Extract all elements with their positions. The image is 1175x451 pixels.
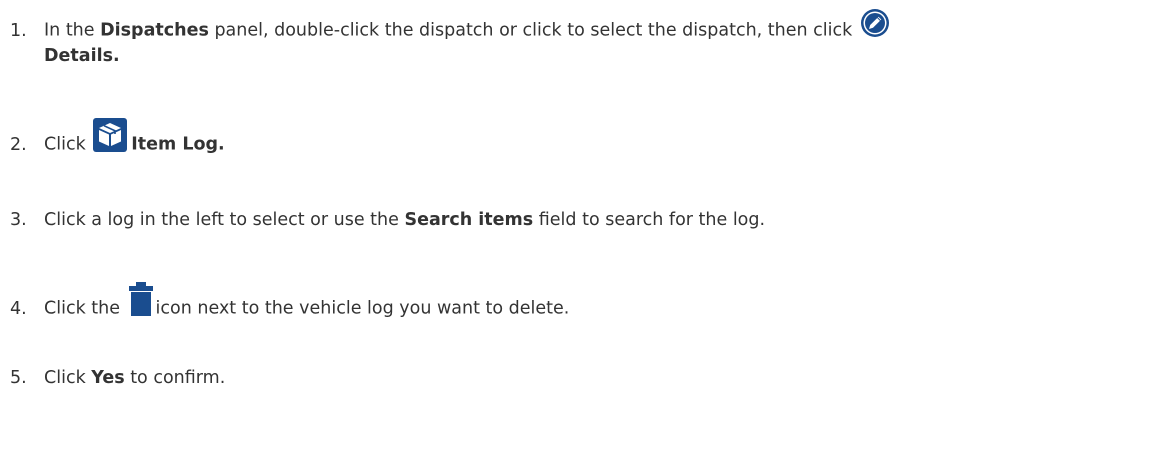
- trash-icon: [128, 282, 154, 323]
- step-5: 5. Click Yes to confirm.: [10, 366, 225, 390]
- step-number: 2.: [10, 134, 27, 155]
- step-2: 2. Click Item Log.: [10, 118, 225, 165]
- box-icon: [93, 118, 128, 159]
- step-text: panel, double-click the dispatch or clic…: [208, 20, 853, 41]
- step-text: Click a log in the left to select or use…: [44, 210, 405, 230]
- step-3: 3. Click a log in the left to select or u…: [10, 208, 765, 232]
- step-1: 1. In the Dispatches panel, double-click …: [10, 9, 890, 49]
- step-bold-text: Yes: [91, 368, 125, 388]
- step-number: 3.: [10, 210, 27, 230]
- step-number: 1.: [10, 20, 27, 41]
- step-number: 4.: [10, 298, 27, 319]
- step-text: Click the: [44, 298, 126, 319]
- step-text: In the: [44, 20, 101, 41]
- step-bold-text: Search items: [404, 210, 534, 230]
- edit-pencil-icon: [860, 8, 890, 45]
- step-1-continued: Details.: [44, 44, 120, 68]
- step-text: field to search for the log.: [533, 210, 766, 230]
- step-4: 4. Click the icon next to the vehicle log…: [10, 282, 570, 329]
- step-bold-text: Dispatches: [100, 20, 209, 41]
- step-bold-text: Details.: [44, 46, 120, 66]
- step-text: to confirm.: [124, 368, 226, 388]
- step-text: Click: [44, 134, 86, 155]
- step-text: icon next to the vehicle log you want to…: [155, 298, 570, 319]
- step-text: Click: [44, 368, 92, 388]
- step-number: 5.: [10, 368, 27, 388]
- step-bold-text: Item Log.: [131, 134, 225, 155]
